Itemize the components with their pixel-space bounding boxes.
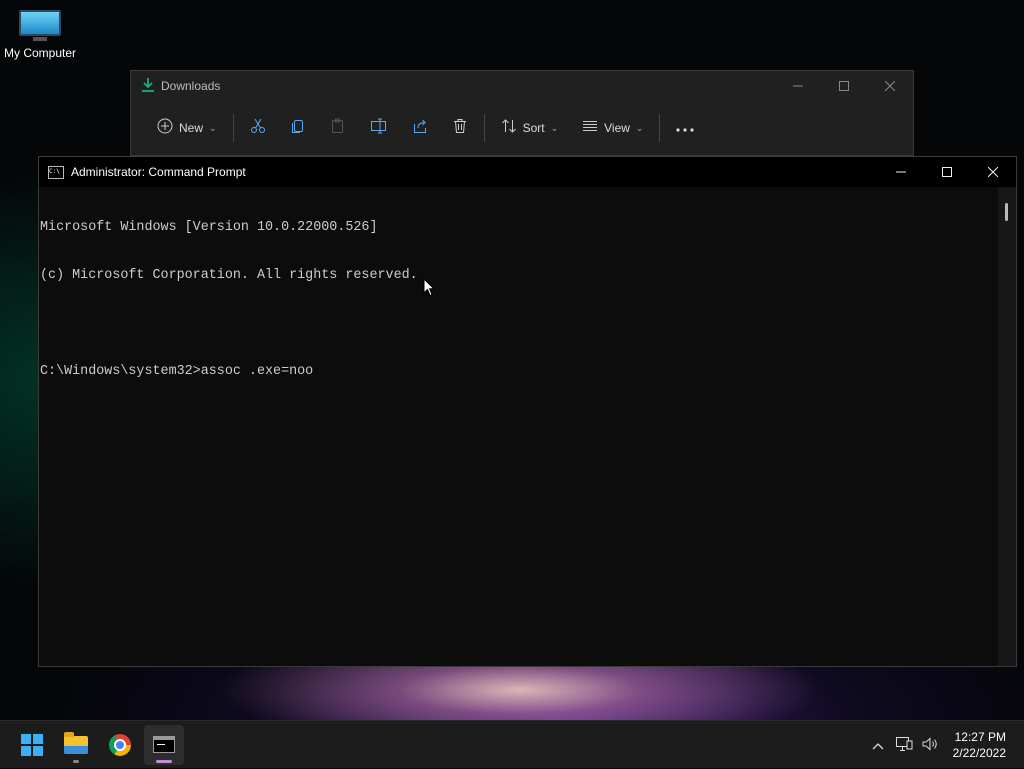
more-options-button[interactable]: [668, 112, 702, 144]
sort-button-label: Sort: [522, 121, 545, 135]
toolbar-divider: [232, 114, 234, 142]
folder-icon: [64, 731, 88, 754]
console-scrollbar[interactable]: [998, 187, 1016, 666]
network-icon[interactable]: [891, 736, 917, 755]
explorer-toolbar: New ⌄ Sort ⌄ View ⌄: [131, 101, 913, 155]
sort-icon: [501, 118, 517, 139]
toolbar-divider: [659, 114, 661, 142]
start-button[interactable]: [12, 725, 52, 765]
console-line: (c) Microsoft Corporation. All rights re…: [40, 268, 418, 283]
new-button[interactable]: New ⌄: [149, 112, 225, 144]
active-indicator: [156, 759, 172, 763]
explorer-close-button[interactable]: [867, 71, 913, 101]
system-tray: 12:27 PM 2/22/2022: [865, 721, 1024, 769]
chrome-icon: [109, 733, 131, 756]
sort-button[interactable]: Sort ⌄: [493, 112, 567, 144]
view-button-label: View: [604, 121, 630, 135]
taskbar-command-prompt[interactable]: [144, 724, 184, 765]
desktop-icon-my-computer[interactable]: My Computer: [2, 10, 78, 60]
command-prompt-window: C:\ Administrator: Command Prompt Micros…: [38, 156, 1017, 667]
rename-icon: [370, 118, 388, 139]
download-icon: [141, 77, 155, 96]
console-line: Microsoft Windows [Version 10.0.22000.52…: [40, 220, 378, 235]
view-icon: [582, 118, 598, 139]
volume-icon[interactable]: [917, 736, 943, 755]
share-icon: [412, 118, 428, 139]
monitor-icon: [19, 10, 61, 41]
view-button[interactable]: View ⌄: [574, 112, 651, 144]
clock-time: 12:27 PM: [954, 730, 1006, 744]
paste-icon: [330, 118, 346, 139]
cmd-maximize-button[interactable]: [924, 157, 970, 187]
running-indicator: [73, 759, 79, 763]
console-output[interactable]: Microsoft Windows [Version 10.0.22000.52…: [39, 187, 998, 666]
taskbar-file-explorer[interactable]: [56, 725, 96, 765]
explorer-window: Downloads New ⌄ Sort ⌄ View ⌄: [130, 70, 914, 156]
rename-button[interactable]: [362, 112, 396, 144]
chevron-down-icon: ⌄: [209, 122, 217, 133]
explorer-title: Downloads: [161, 79, 221, 93]
terminal-icon: [153, 736, 175, 753]
cmd-titlebar[interactable]: C:\ Administrator: Command Prompt: [39, 157, 1016, 187]
explorer-titlebar[interactable]: Downloads: [131, 71, 913, 101]
mouse-cursor-icon: [423, 277, 436, 302]
windows-logo-icon: [21, 733, 43, 756]
delete-button[interactable]: [444, 112, 476, 144]
delete-icon: [452, 118, 468, 139]
console-input-line[interactable]: C:\Windows\system32>assoc .exe=noo: [40, 364, 998, 380]
scrollbar-thumb[interactable]: [1005, 203, 1008, 221]
cut-button[interactable]: [242, 112, 274, 144]
cmd-close-button[interactable]: [970, 157, 1016, 187]
cut-icon: [250, 118, 266, 139]
taskbar: 12:27 PM 2/22/2022: [0, 720, 1024, 768]
new-button-label: New: [179, 121, 204, 135]
chevron-down-icon: ⌄: [635, 122, 644, 133]
clock[interactable]: 12:27 PM 2/22/2022: [953, 729, 1006, 761]
explorer-minimize-button[interactable]: [775, 71, 821, 101]
cmd-title: Administrator: Command Prompt: [71, 165, 246, 179]
desktop-icon-label: My Computer: [3, 46, 77, 60]
copy-button[interactable]: [282, 112, 314, 144]
cmd-minimize-button[interactable]: [878, 157, 924, 187]
command-prompt-icon: C:\: [48, 165, 64, 179]
explorer-maximize-button[interactable]: [821, 71, 867, 101]
paste-button[interactable]: [322, 112, 354, 144]
toolbar-divider: [483, 114, 485, 142]
taskbar-chrome[interactable]: [100, 725, 140, 765]
clock-date: 2/22/2022: [952, 746, 1006, 760]
plus-circle-icon: [157, 118, 173, 139]
chevron-down-icon: ⌄: [550, 122, 559, 133]
copy-icon: [290, 118, 306, 139]
share-button[interactable]: [404, 112, 436, 144]
more-icon: [676, 119, 695, 137]
chevron-up-icon[interactable]: [865, 737, 891, 753]
